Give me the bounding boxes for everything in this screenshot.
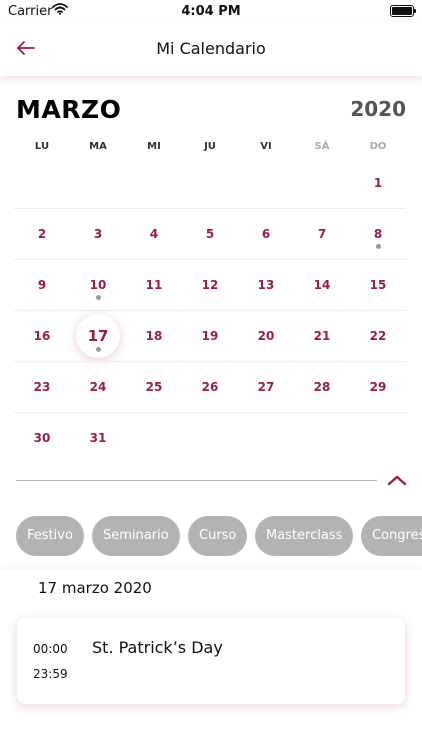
status-bar: Carrier 4:04 PM — [0, 0, 422, 24]
day-number: 16 — [33, 328, 51, 343]
filter-chip-seminario[interactable]: Seminario — [92, 516, 180, 556]
day-number: 2 — [37, 226, 47, 241]
calendar-day[interactable]: 27 — [238, 361, 294, 412]
day-number: 8 — [373, 226, 383, 241]
calendar-day[interactable]: 6 — [238, 208, 294, 259]
calendar-day[interactable]: 20 — [238, 310, 294, 361]
calendar-day[interactable]: 29 — [350, 361, 406, 412]
event-indicator-dot — [95, 347, 101, 352]
day-number: 21 — [313, 328, 331, 343]
calendar-day[interactable]: 1 — [350, 157, 406, 208]
year-label: 2020 — [350, 97, 406, 121]
day-number: 25 — [145, 379, 163, 394]
day-number: 27 — [257, 379, 275, 394]
calendar-day[interactable]: 18 — [126, 310, 182, 361]
day-number: 15 — [369, 277, 387, 292]
day-number: 4 — [149, 226, 159, 241]
calendar-day[interactable]: 31 — [70, 412, 126, 463]
event-end-time: 23:59 — [33, 667, 68, 681]
day-number: 22 — [369, 328, 387, 343]
day-number: 30 — [33, 430, 51, 445]
day-number: 29 — [369, 379, 387, 394]
day-number: 26 — [201, 379, 219, 394]
filter-chip-festivo[interactable]: Festivo — [16, 516, 84, 556]
weekday-label: MI — [147, 141, 161, 152]
day-number: 19 — [201, 328, 219, 343]
filter-chip-masterclass[interactable]: Masterclass — [255, 516, 354, 556]
weekday-label: JU — [204, 141, 216, 152]
calendar-day[interactable]: 19 — [182, 310, 238, 361]
day-number: 23 — [33, 379, 51, 394]
month-name: MARZO — [16, 95, 122, 124]
day-number: 13 — [257, 277, 275, 292]
calendar-day[interactable]: 9 — [14, 259, 70, 310]
day-number: 18 — [145, 328, 163, 343]
event-start-time: 00:00 — [33, 642, 68, 656]
calendar-day[interactable]: 24 — [70, 361, 126, 412]
day-number: 9 — [37, 277, 47, 292]
calendar-day[interactable]: 22 — [350, 310, 406, 361]
day-number: 6 — [261, 226, 271, 241]
nav-bar: Mi Calendario — [0, 24, 422, 76]
calendar-day[interactable]: 3 — [70, 208, 126, 259]
weekday-label: MA — [89, 141, 107, 152]
month-header: MARZO 2020 — [16, 95, 406, 129]
day-number: 20 — [257, 328, 275, 343]
day-number: 10 — [89, 277, 107, 292]
calendar-divider — [16, 480, 377, 481]
day-number: 28 — [313, 379, 331, 394]
filter-chips: FestivoSeminarioCursoMasterclassCongreso — [16, 516, 422, 558]
day-number: 11 — [145, 277, 163, 292]
calendar-day[interactable]: 11 — [126, 259, 182, 310]
filter-chip-congreso[interactable]: Congreso — [361, 516, 422, 556]
selected-date: 17 marzo 2020 — [38, 579, 152, 597]
calendar-day[interactable]: 30 — [14, 412, 70, 463]
day-number: 3 — [93, 226, 103, 241]
page-title: Mi Calendario — [156, 39, 266, 58]
calendar-day[interactable]: 12 — [182, 259, 238, 310]
calendar-day[interactable]: 10 — [70, 259, 126, 310]
calendar-day[interactable]: 26 — [182, 361, 238, 412]
calendar-day[interactable]: 2 — [14, 208, 70, 259]
calendar-day[interactable]: 25 — [126, 361, 182, 412]
battery-icon — [390, 5, 416, 17]
chevron-up-icon[interactable] — [386, 472, 408, 488]
calendar-day[interactable]: 15 — [350, 259, 406, 310]
calendar-day[interactable]: 13 — [238, 259, 294, 310]
day-number: 24 — [89, 379, 107, 394]
weekday-label: VI — [260, 141, 272, 152]
weekday-label: LU — [34, 141, 50, 152]
calendar-day[interactable]: 7 — [294, 208, 350, 259]
day-number: 12 — [201, 277, 219, 292]
weekday-label: SÁ — [314, 141, 330, 152]
calendar-grid: 1 2 3 4 5 6 7 8 9 10 11 12 13 14 15 16 17 18 19 20 21 22 23 24 2… — [14, 157, 406, 463]
calendar-day[interactable]: 28 — [294, 361, 350, 412]
day-number: 5 — [205, 226, 215, 241]
calendar-day[interactable]: 16 — [14, 310, 70, 361]
day-number: 17 — [87, 326, 109, 345]
filter-chip-curso[interactable]: Curso — [188, 516, 248, 556]
day-number: 31 — [89, 430, 107, 445]
event-title: St. Patrick’s Day — [92, 638, 223, 657]
calendar-day[interactable]: 14 — [294, 259, 350, 310]
day-number: 14 — [313, 277, 331, 292]
calendar-day[interactable]: 5 — [182, 208, 238, 259]
clock: 4:04 PM — [181, 4, 241, 19]
weekday-label: DO — [369, 141, 387, 152]
calendar-day[interactable]: 21 — [294, 310, 350, 361]
event-indicator-dot — [95, 295, 101, 300]
event-indicator-dot — [375, 244, 381, 249]
calendar-day[interactable]: 23 — [14, 361, 70, 412]
calendar-day[interactable]: 17 — [70, 310, 126, 361]
calendar-day[interactable]: 8 — [350, 208, 406, 259]
weekday-header: LU MA MI JU VI SÁ DO — [14, 141, 406, 155]
calendar-day[interactable]: 4 — [126, 208, 182, 259]
event-card[interactable]: 00:00 23:59 St. Patrick’s Day — [17, 618, 405, 704]
day-number: 7 — [317, 226, 327, 241]
day-number: 1 — [373, 175, 383, 190]
